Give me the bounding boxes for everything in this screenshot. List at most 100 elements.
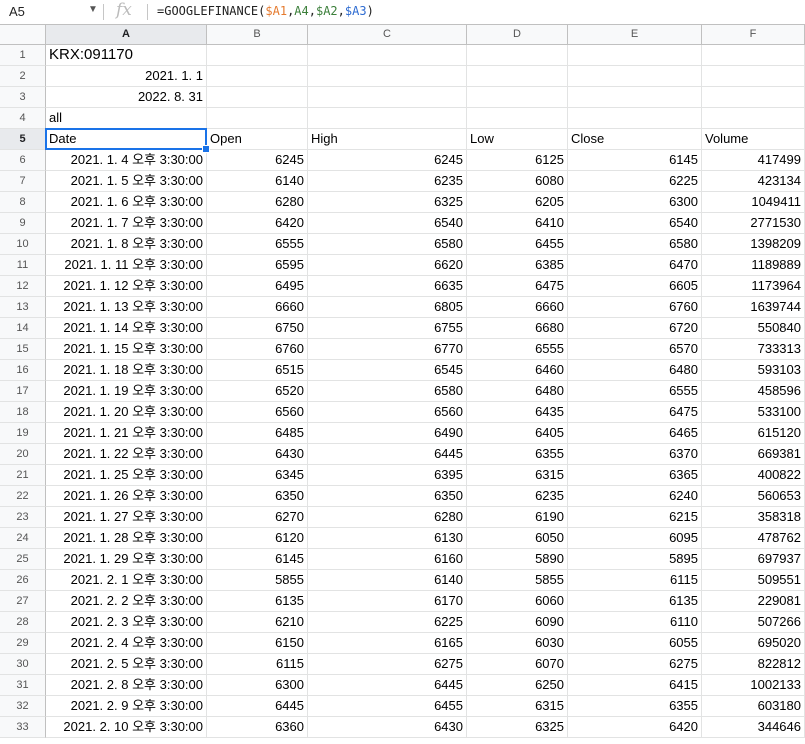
cell-f23[interactable]: 358318 xyxy=(702,507,805,528)
cell-f3[interactable] xyxy=(702,87,805,108)
cell-f15[interactable]: 733313 xyxy=(702,339,805,360)
cell-b22[interactable]: 6350 xyxy=(207,486,308,507)
cell-a32[interactable]: 2021. 2. 9 오후 3:30:00 xyxy=(46,696,207,717)
cell-b20[interactable]: 6430 xyxy=(207,444,308,465)
cell-f7[interactable]: 423134 xyxy=(702,171,805,192)
cell-e23[interactable]: 6215 xyxy=(568,507,702,528)
cell-e31[interactable]: 6415 xyxy=(568,675,702,696)
cell-f29[interactable]: 695020 xyxy=(702,633,805,654)
cell-d8[interactable]: 6205 xyxy=(467,192,568,213)
cell-d1[interactable] xyxy=(467,45,568,66)
cell-a9[interactable]: 2021. 1. 7 오후 3:30:00 xyxy=(46,213,207,234)
cell-e15[interactable]: 6570 xyxy=(568,339,702,360)
cell-b8[interactable]: 6280 xyxy=(207,192,308,213)
cell-f11[interactable]: 1189889 xyxy=(702,255,805,276)
row-header-9[interactable]: 9 xyxy=(0,213,46,234)
cell-d2[interactable] xyxy=(467,66,568,87)
cell-c9[interactable]: 6540 xyxy=(308,213,467,234)
cell-b24[interactable]: 6120 xyxy=(207,528,308,549)
cell-f14[interactable]: 550840 xyxy=(702,318,805,339)
cell-e18[interactable]: 6475 xyxy=(568,402,702,423)
cell-c30[interactable]: 6275 xyxy=(308,654,467,675)
cell-e33[interactable]: 6420 xyxy=(568,717,702,738)
cell-a6[interactable]: 2021. 1. 4 오후 3:30:00 xyxy=(46,150,207,171)
name-box[interactable]: A5 ▼ xyxy=(0,0,103,24)
row-header-26[interactable]: 26 xyxy=(0,570,46,591)
cell-b25[interactable]: 6145 xyxy=(207,549,308,570)
cell-f22[interactable]: 560653 xyxy=(702,486,805,507)
cell-e7[interactable]: 6225 xyxy=(568,171,702,192)
cell-d21[interactable]: 6315 xyxy=(467,465,568,486)
cell-e21[interactable]: 6365 xyxy=(568,465,702,486)
cell-a15[interactable]: 2021. 1. 15 오후 3:30:00 xyxy=(46,339,207,360)
cell-d33[interactable]: 6325 xyxy=(467,717,568,738)
cell-d17[interactable]: 6480 xyxy=(467,381,568,402)
cell-d30[interactable]: 6070 xyxy=(467,654,568,675)
cell-a18[interactable]: 2021. 1. 20 오후 3:30:00 xyxy=(46,402,207,423)
column-header-c[interactable]: C xyxy=(308,25,467,45)
cell-d15[interactable]: 6555 xyxy=(467,339,568,360)
row-header-32[interactable]: 32 xyxy=(0,696,46,717)
cell-c2[interactable] xyxy=(308,66,467,87)
cell-e8[interactable]: 6300 xyxy=(568,192,702,213)
cell-c8[interactable]: 6325 xyxy=(308,192,467,213)
cell-c10[interactable]: 6580 xyxy=(308,234,467,255)
cell-d13[interactable]: 6660 xyxy=(467,297,568,318)
row-header-8[interactable]: 8 xyxy=(0,192,46,213)
cell-f4[interactable] xyxy=(702,108,805,129)
cell-f26[interactable]: 509551 xyxy=(702,570,805,591)
cell-b3[interactable] xyxy=(207,87,308,108)
cell-d28[interactable]: 6090 xyxy=(467,612,568,633)
cell-f28[interactable]: 507266 xyxy=(702,612,805,633)
column-header-f[interactable]: F xyxy=(702,25,805,45)
cell-b12[interactable]: 6495 xyxy=(207,276,308,297)
cell-d22[interactable]: 6235 xyxy=(467,486,568,507)
cell-c23[interactable]: 6280 xyxy=(308,507,467,528)
cell-d27[interactable]: 6060 xyxy=(467,591,568,612)
cell-d16[interactable]: 6460 xyxy=(467,360,568,381)
cell-c32[interactable]: 6455 xyxy=(308,696,467,717)
cell-f25[interactable]: 697937 xyxy=(702,549,805,570)
cell-b14[interactable]: 6750 xyxy=(207,318,308,339)
cell-c25[interactable]: 6160 xyxy=(308,549,467,570)
row-header-1[interactable]: 1 xyxy=(0,45,46,66)
cell-d6[interactable]: 6125 xyxy=(467,150,568,171)
cell-a30[interactable]: 2021. 2. 5 오후 3:30:00 xyxy=(46,654,207,675)
cell-c20[interactable]: 6445 xyxy=(308,444,467,465)
cell-f27[interactable]: 229081 xyxy=(702,591,805,612)
cell-e4[interactable] xyxy=(568,108,702,129)
row-header-31[interactable]: 31 xyxy=(0,675,46,696)
cell-b27[interactable]: 6135 xyxy=(207,591,308,612)
cell-a3[interactable]: 2022. 8. 31 xyxy=(46,87,207,108)
cell-c21[interactable]: 6395 xyxy=(308,465,467,486)
cell-f12[interactable]: 1173964 xyxy=(702,276,805,297)
formula-input[interactable]: =GOOGLEFINANCE($A1,A4,$A2,$A3) xyxy=(157,4,374,18)
row-header-18[interactable]: 18 xyxy=(0,402,46,423)
cell-f13[interactable]: 1639744 xyxy=(702,297,805,318)
cell-b7[interactable]: 6140 xyxy=(207,171,308,192)
row-header-13[interactable]: 13 xyxy=(0,297,46,318)
cell-d9[interactable]: 6410 xyxy=(467,213,568,234)
cell-f5[interactable]: Volume xyxy=(702,129,805,150)
cell-f20[interactable]: 669381 xyxy=(702,444,805,465)
cell-e22[interactable]: 6240 xyxy=(568,486,702,507)
cell-d25[interactable]: 5890 xyxy=(467,549,568,570)
cell-c7[interactable]: 6235 xyxy=(308,171,467,192)
cell-e19[interactable]: 6465 xyxy=(568,423,702,444)
fill-handle[interactable] xyxy=(202,145,210,153)
cell-a31[interactable]: 2021. 2. 8 오후 3:30:00 xyxy=(46,675,207,696)
row-header-5[interactable]: 5 xyxy=(0,129,46,150)
chevron-down-icon[interactable]: ▼ xyxy=(88,4,98,15)
cell-b23[interactable]: 6270 xyxy=(207,507,308,528)
cell-b21[interactable]: 6345 xyxy=(207,465,308,486)
cell-c17[interactable]: 6580 xyxy=(308,381,467,402)
cell-a4[interactable]: all xyxy=(46,108,207,129)
cell-e27[interactable]: 6135 xyxy=(568,591,702,612)
cell-b11[interactable]: 6595 xyxy=(207,255,308,276)
cell-f8[interactable]: 1049411 xyxy=(702,192,805,213)
cell-e3[interactable] xyxy=(568,87,702,108)
cell-a13[interactable]: 2021. 1. 13 오후 3:30:00 xyxy=(46,297,207,318)
cell-c13[interactable]: 6805 xyxy=(308,297,467,318)
row-header-11[interactable]: 11 xyxy=(0,255,46,276)
row-header-21[interactable]: 21 xyxy=(0,465,46,486)
